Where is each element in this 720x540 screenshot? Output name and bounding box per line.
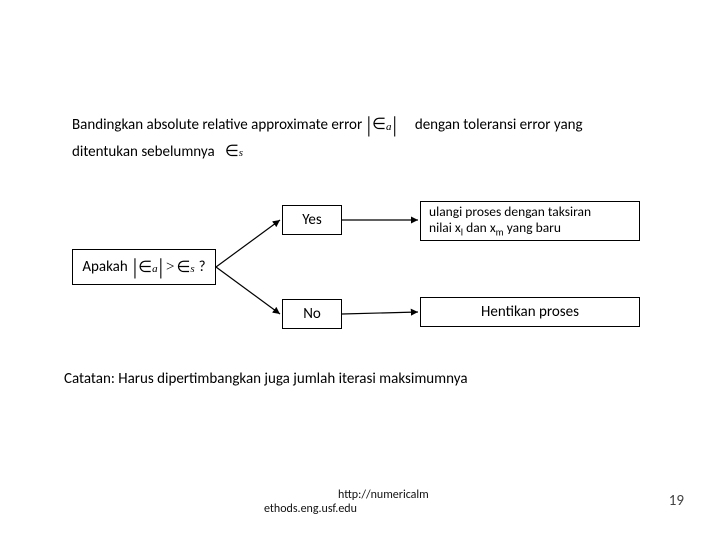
page-number: 19 — [669, 492, 684, 510]
decision-prefix: Apakah — [82, 258, 127, 276]
decision-suffix: ? — [199, 258, 206, 276]
note-text: Catatan: Harus dipertimbangkan juga juml… — [64, 370, 468, 388]
stop-box: Hentikan proses — [420, 297, 640, 327]
epsilon-a-symbol: |∈a| — [366, 110, 398, 141]
intro-part1: Bandingkan absolute relative approximate… — [72, 116, 362, 134]
epsilon-s-symbol: ∈s — [225, 141, 243, 163]
no-box: No — [282, 299, 342, 329]
decision-expression: |∈a| > ∈s — [132, 254, 195, 280]
yes-box: Yes — [282, 205, 342, 235]
footer-url: http://numericalm — [338, 488, 429, 502]
intro-text: Bandingkan absolute relative approximate… — [72, 110, 648, 163]
decision-box: Apakah |∈a| > ∈s ? — [72, 249, 216, 285]
flow-diagram: Apakah |∈a| > ∈s ? Yes No ulangi proses … — [72, 199, 648, 379]
repeat-box: ulangi proses dengan taksiran nilai xl d… — [420, 201, 640, 241]
footer-ethods: ethods.eng.usf.edu — [264, 502, 357, 516]
